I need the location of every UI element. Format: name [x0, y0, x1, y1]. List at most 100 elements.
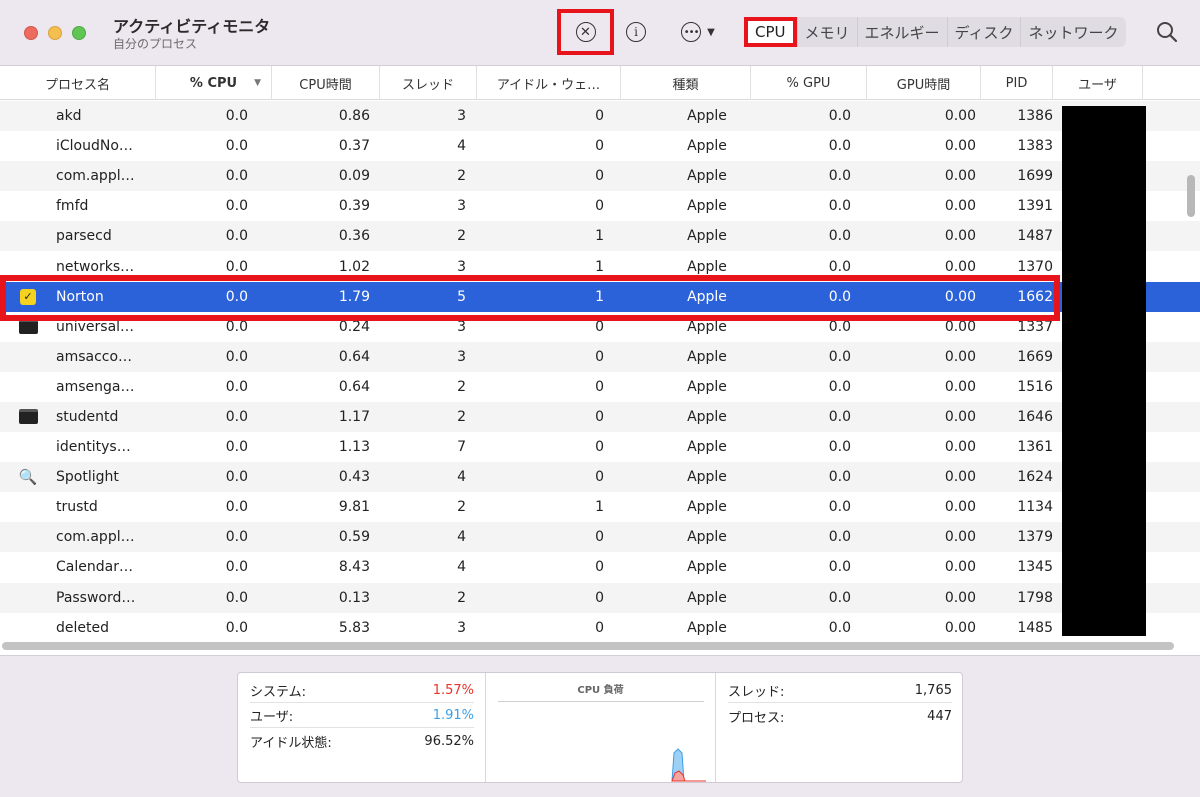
stat-processes: プロセス: 447	[728, 704, 952, 728]
cpu-percent: 0.0	[225, 138, 248, 155]
thread-count: 4	[457, 138, 466, 155]
cpu-percent: 0.0	[225, 529, 248, 546]
table-row[interactable]: akd 0.0 0.86 3 0 Apple 0.0 0.00 1386	[0, 101, 1200, 132]
vertical-scrollbar[interactable]	[1187, 175, 1195, 217]
gpu-time: 0.00	[944, 499, 976, 516]
process-count-summary: スレッド: 1,765 プロセス: 447	[716, 673, 962, 782]
gpu-percent: 0.0	[828, 348, 851, 365]
tab-cpu[interactable]: CPU	[744, 17, 797, 47]
thread-count: 2	[457, 408, 466, 425]
x-circle-icon: ✕	[575, 22, 596, 42]
thread-count: 4	[457, 559, 466, 576]
row-icon-cell	[0, 583, 56, 613]
row-icon-cell	[0, 131, 56, 161]
column-header-user[interactable]: ユーザ	[1053, 66, 1143, 100]
row-icon-cell	[0, 161, 56, 191]
pid: 1386	[1017, 108, 1053, 125]
gpu-time: 0.00	[944, 469, 976, 486]
process-kind: Apple	[687, 439, 727, 456]
gpu-time: 0.00	[944, 408, 976, 425]
column-header-process-name[interactable]: プロセス名	[0, 66, 156, 100]
gpu-time: 0.00	[944, 559, 976, 576]
toolbar: アクティビティモニタ 自分のプロセス ✕ i ••• ▼ CPU メモリ エネル…	[0, 0, 1200, 66]
pid: 1669	[1017, 348, 1053, 365]
process-name: fmfd	[56, 198, 89, 215]
zoom-window-button[interactable]	[72, 26, 86, 40]
process-name: iCloudNo…	[56, 138, 133, 155]
horizontal-scrollbar[interactable]	[2, 642, 1174, 650]
gpu-time: 0.00	[944, 619, 976, 636]
cpu-percent: 0.0	[225, 168, 248, 185]
cpu-time: 0.64	[338, 378, 370, 395]
stop-process-button[interactable]: ✕	[557, 9, 614, 55]
window-title: アクティビティモニタ	[113, 17, 271, 36]
gpu-percent: 0.0	[828, 559, 851, 576]
norton-row-highlight	[0, 275, 1060, 321]
activity-monitor-window: アクティビティモニタ 自分のプロセス ✕ i ••• ▼ CPU メモリ エネル…	[0, 0, 1200, 797]
idle-wakeups: 0	[595, 589, 604, 606]
gpu-percent: 0.0	[828, 138, 851, 155]
table-row[interactable]: amsenga… 0.0 0.64 2 0 Apple 0.0 0.00 1516	[0, 371, 1200, 402]
column-header-gpu-time[interactable]: GPU時間	[867, 66, 981, 100]
pid: 1379	[1017, 529, 1053, 546]
inspect-process-button[interactable]: i	[623, 19, 649, 45]
close-window-button[interactable]	[24, 26, 38, 40]
idle-wakeups: 0	[595, 619, 604, 636]
pid: 1798	[1017, 589, 1053, 606]
column-header-cpu[interactable]: % CPU ▼	[156, 66, 272, 100]
cpu-time: 0.43	[338, 469, 370, 486]
column-header-cpu-time[interactable]: CPU時間	[272, 66, 380, 100]
process-kind: Apple	[687, 168, 727, 185]
table-row[interactable]: Password… 0.0 0.13 2 0 Apple 0.0 0.00 1798	[0, 582, 1200, 613]
info-icon: i	[626, 22, 646, 42]
table-row[interactable]: identitys… 0.0 1.13 7 0 Apple 0.0 0.00 1361	[0, 432, 1200, 463]
table-row[interactable]: deleted 0.0 5.83 3 0 Apple 0.0 0.00 1485	[0, 612, 1200, 643]
gpu-percent: 0.0	[828, 168, 851, 185]
minimize-window-button[interactable]	[48, 26, 62, 40]
stat-user-label: ユーザ:	[250, 710, 294, 725]
column-header-pid[interactable]: PID	[981, 66, 1053, 100]
process-name: studentd	[56, 408, 119, 425]
search-button[interactable]	[1155, 20, 1179, 44]
gpu-time: 0.00	[944, 108, 976, 125]
stat-processes-value: 447	[927, 708, 952, 724]
table-row[interactable]: amsacco… 0.0 0.64 3 0 Apple 0.0 0.00 1669	[0, 341, 1200, 372]
tab-disk[interactable]: ディスク	[946, 17, 1021, 47]
tab-energy[interactable]: エネルギー	[856, 17, 947, 47]
gpu-percent: 0.0	[828, 408, 851, 425]
table-row[interactable]: com.appl… 0.0 0.09 2 0 Apple 0.0 0.00 1699	[0, 161, 1200, 192]
gpu-percent: 0.0	[828, 108, 851, 125]
cpu-percent: 0.0	[225, 559, 248, 576]
gpu-time: 0.00	[944, 589, 976, 606]
idle-wakeups: 0	[595, 378, 604, 395]
gpu-percent: 0.0	[828, 469, 851, 486]
tab-network[interactable]: ネットワーク	[1020, 17, 1125, 47]
column-header: プロセス名 % CPU ▼ CPU時間 スレッド アイドル・ウェ… 種類 % G…	[0, 66, 1200, 100]
idle-wakeups: 0	[595, 168, 604, 185]
table-row[interactable]: iCloudNo… 0.0 0.37 4 0 Apple 0.0 0.00 1383	[0, 131, 1200, 162]
thread-count: 2	[457, 168, 466, 185]
table-row[interactable]: studentd 0.0 1.17 2 0 Apple 0.0 0.00 1646	[0, 401, 1200, 433]
pid: 1516	[1017, 378, 1053, 395]
more-actions-button[interactable]: ••• ▼	[673, 19, 723, 45]
table-row[interactable]: 🔍 Spotlight 0.0 0.43 4 0 Apple 0.0 0.00 1624	[0, 462, 1200, 493]
column-header-threads[interactable]: スレッド	[380, 66, 477, 100]
table-row[interactable]: fmfd 0.0 0.39 3 0 Apple 0.0 0.00 1391	[0, 191, 1200, 222]
idle-wakeups: 0	[595, 529, 604, 546]
column-header-kind[interactable]: 種類	[621, 66, 751, 100]
column-header-idle-wakeups[interactable]: アイドル・ウェ…	[477, 66, 621, 100]
table-row[interactable]: parsecd 0.0 0.36 2 1 Apple 0.0 0.00 1487	[0, 221, 1200, 252]
process-kind: Apple	[687, 348, 727, 365]
thread-count: 2	[457, 589, 466, 606]
table-row[interactable]: Calendar… 0.0 8.43 4 0 Apple 0.0 0.00 1345	[0, 552, 1200, 583]
table-row[interactable]: trustd 0.0 9.81 2 1 Apple 0.0 0.00 1134	[0, 492, 1200, 523]
gpu-percent: 0.0	[828, 619, 851, 636]
process-kind: Apple	[687, 589, 727, 606]
row-icon-cell	[0, 342, 56, 372]
pid: 1345	[1017, 559, 1053, 576]
column-header-gpu[interactable]: % GPU	[751, 66, 867, 100]
pid: 1646	[1017, 408, 1053, 425]
stat-threads-value: 1,765	[914, 683, 952, 698]
table-row[interactable]: com.appl… 0.0 0.59 4 0 Apple 0.0 0.00 1379	[0, 522, 1200, 553]
tab-memory[interactable]: メモリ	[796, 17, 857, 47]
